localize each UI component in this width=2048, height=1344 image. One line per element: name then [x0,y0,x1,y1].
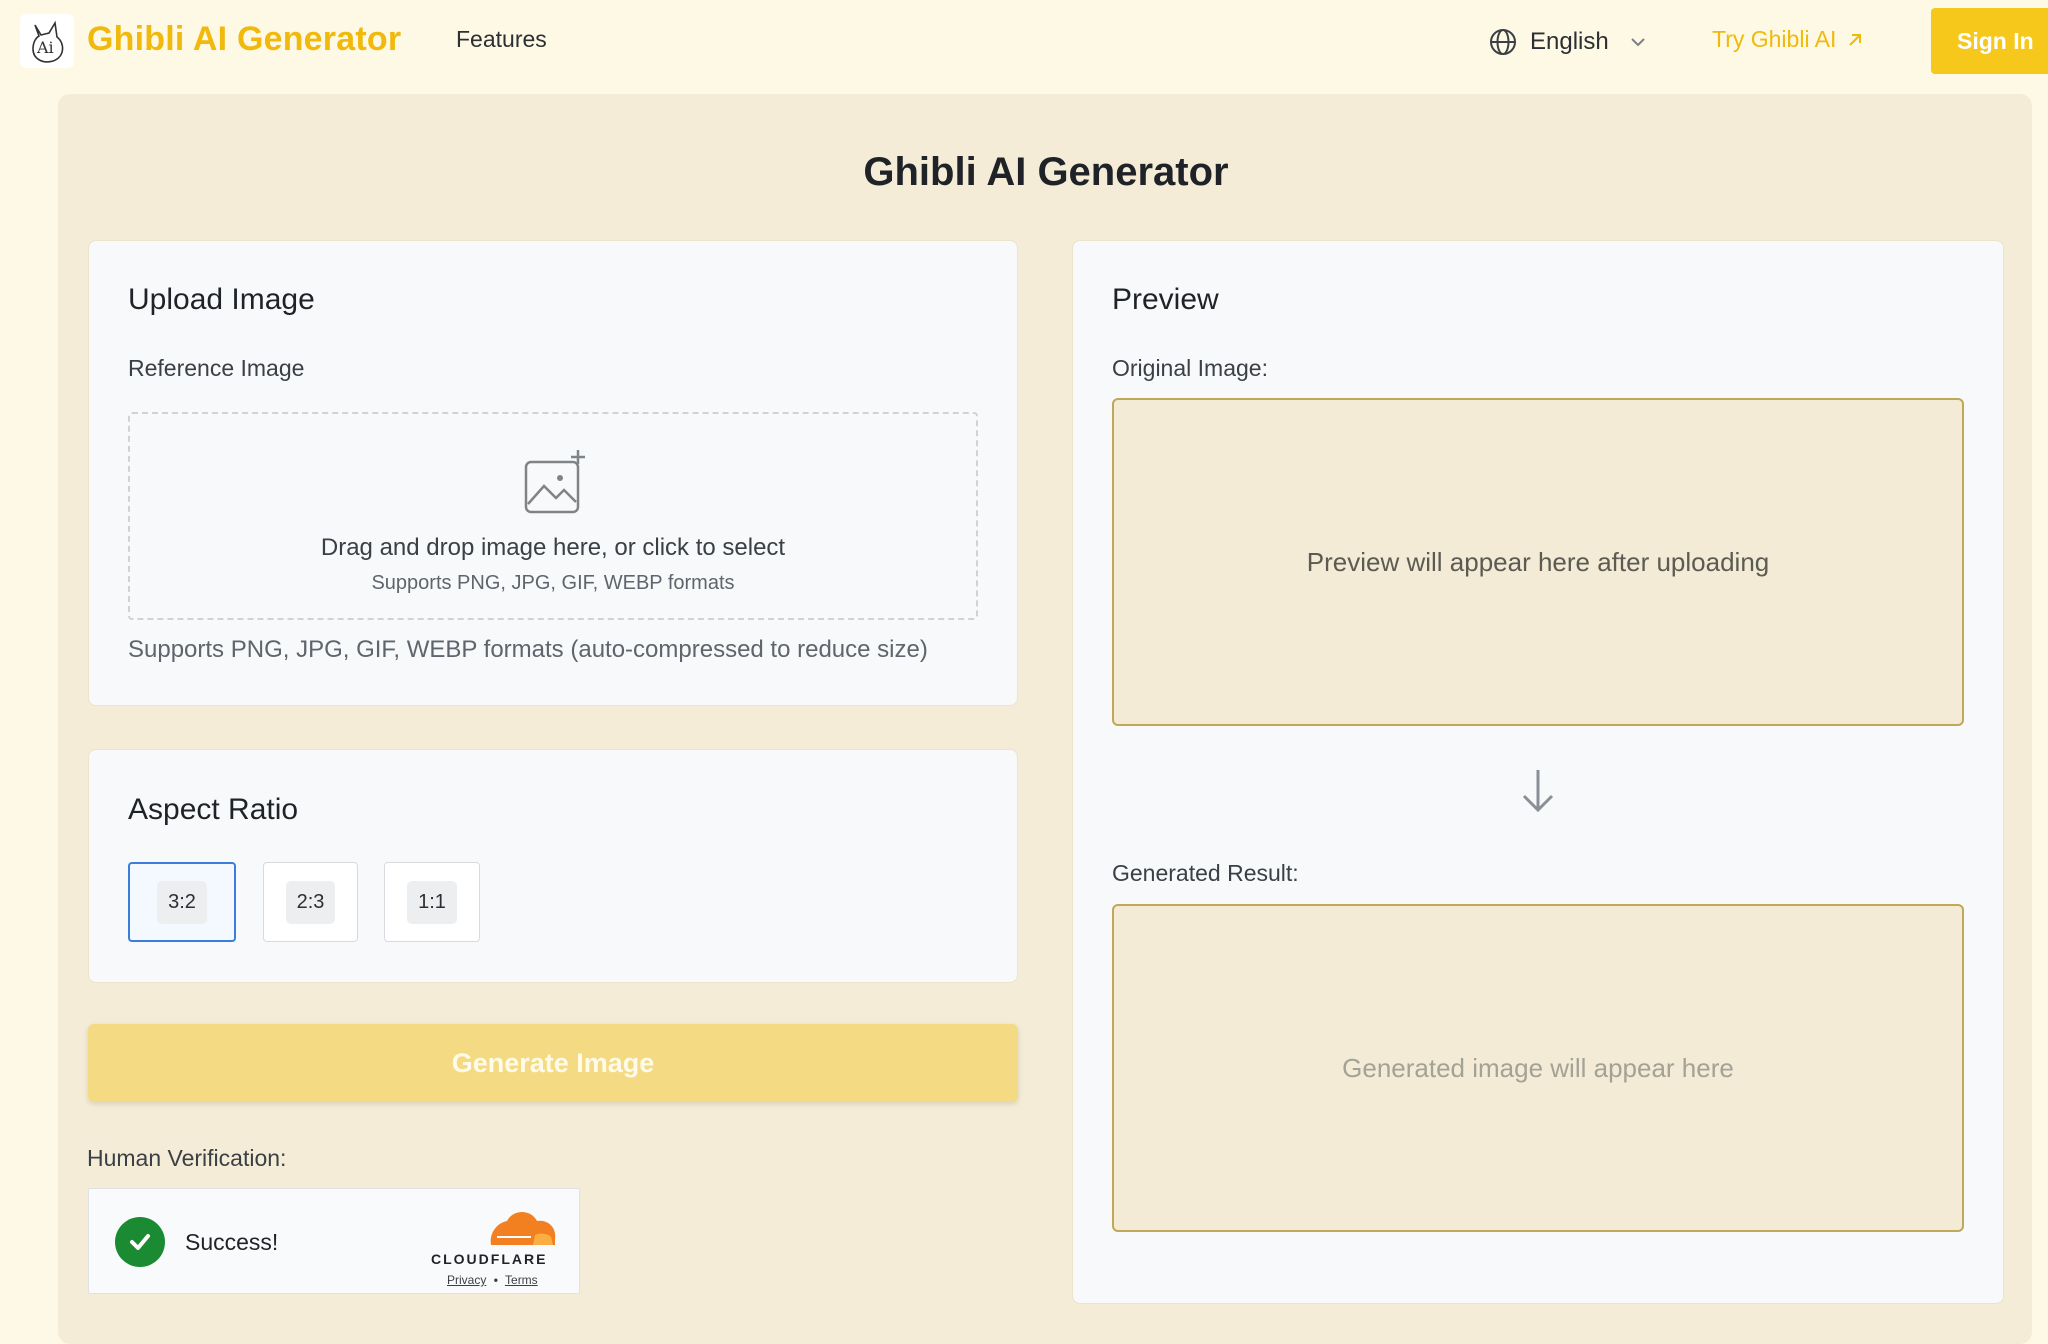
reference-image-label: Reference Image [128,355,305,381]
page-title: Ghibli AI Generator [863,150,1229,194]
link-separator: • [493,1273,498,1287]
ratio-option-1-1[interactable]: 1:1 [384,862,480,942]
success-check-icon [115,1217,165,1267]
original-preview-area: Preview will appear here after uploading [1112,398,1964,726]
cloudflare-logo-icon [490,1212,556,1245]
try-ghibli-label: Try Ghibli AI [1712,26,1837,52]
chevron-down-icon [1631,38,1645,47]
captcha-widget[interactable]: Success! CLOUDFLARE Privacy • Terms [88,1188,580,1294]
brand-name[interactable]: Ghibli AI Generator [87,20,401,59]
add-image-icon [524,450,585,514]
ratio-label: 2:3 [285,880,336,924]
nav-link-features[interactable]: Features [456,26,547,53]
original-image-label: Original Image: [1112,355,1268,381]
generated-result-label: Generated Result: [1112,860,1299,886]
aspect-ratio-title: Aspect Ratio [128,793,299,826]
upload-title: Upload Image [128,283,315,316]
top-nav: Ai Ghibli AI Generator Features English … [0,0,2048,94]
result-placeholder: Generated image will appear here [1342,1052,1734,1083]
ratio-option-2-3[interactable]: 2:3 [263,862,358,942]
arrow-down-icon [1522,770,1554,813]
preview-title: Preview [1112,283,1219,316]
language-selector[interactable]: English [1488,22,1649,62]
dropzone-text: Drag and drop image here, or click to se… [320,534,786,561]
human-verification-label: Human Verification: [87,1145,287,1171]
globe-icon [1490,29,1516,55]
dropzone-formats: Supports PNG, JPG, GIF, WEBP formats [371,572,735,594]
cloudflare-wordmark: CLOUDFLARE [431,1251,548,1267]
terms-link[interactable]: Terms [505,1273,538,1287]
ratio-label: 3:2 [157,880,207,924]
language-label: English [1530,28,1609,55]
generate-image-button[interactable]: Generate Image [88,1024,1018,1102]
ratio-label: 1:1 [407,880,457,924]
original-placeholder: Preview will appear here after uploading [1306,546,1770,577]
captcha-status: Success! [185,1229,279,1255]
logo-icon: Ai [32,20,64,63]
ratio-option-3-2[interactable]: 3:2 [128,862,236,942]
privacy-link[interactable]: Privacy [447,1273,486,1287]
generated-result-area: Generated image will appear here [1112,904,1964,1232]
upload-note: Supports PNG, JPG, GIF, WEBP formats (au… [128,636,928,663]
sign-in-button[interactable]: Sign In [1931,8,2048,74]
image-dropzone[interactable]: Drag and drop image here, or click to se… [128,412,978,620]
external-arrow-icon [1849,33,1862,46]
svg-text:Ai: Ai [36,38,54,57]
logo[interactable]: Ai [20,14,74,68]
try-ghibli-link[interactable]: Try Ghibli AI [1712,26,1864,53]
captcha-links: Privacy • Terms [447,1273,538,1287]
